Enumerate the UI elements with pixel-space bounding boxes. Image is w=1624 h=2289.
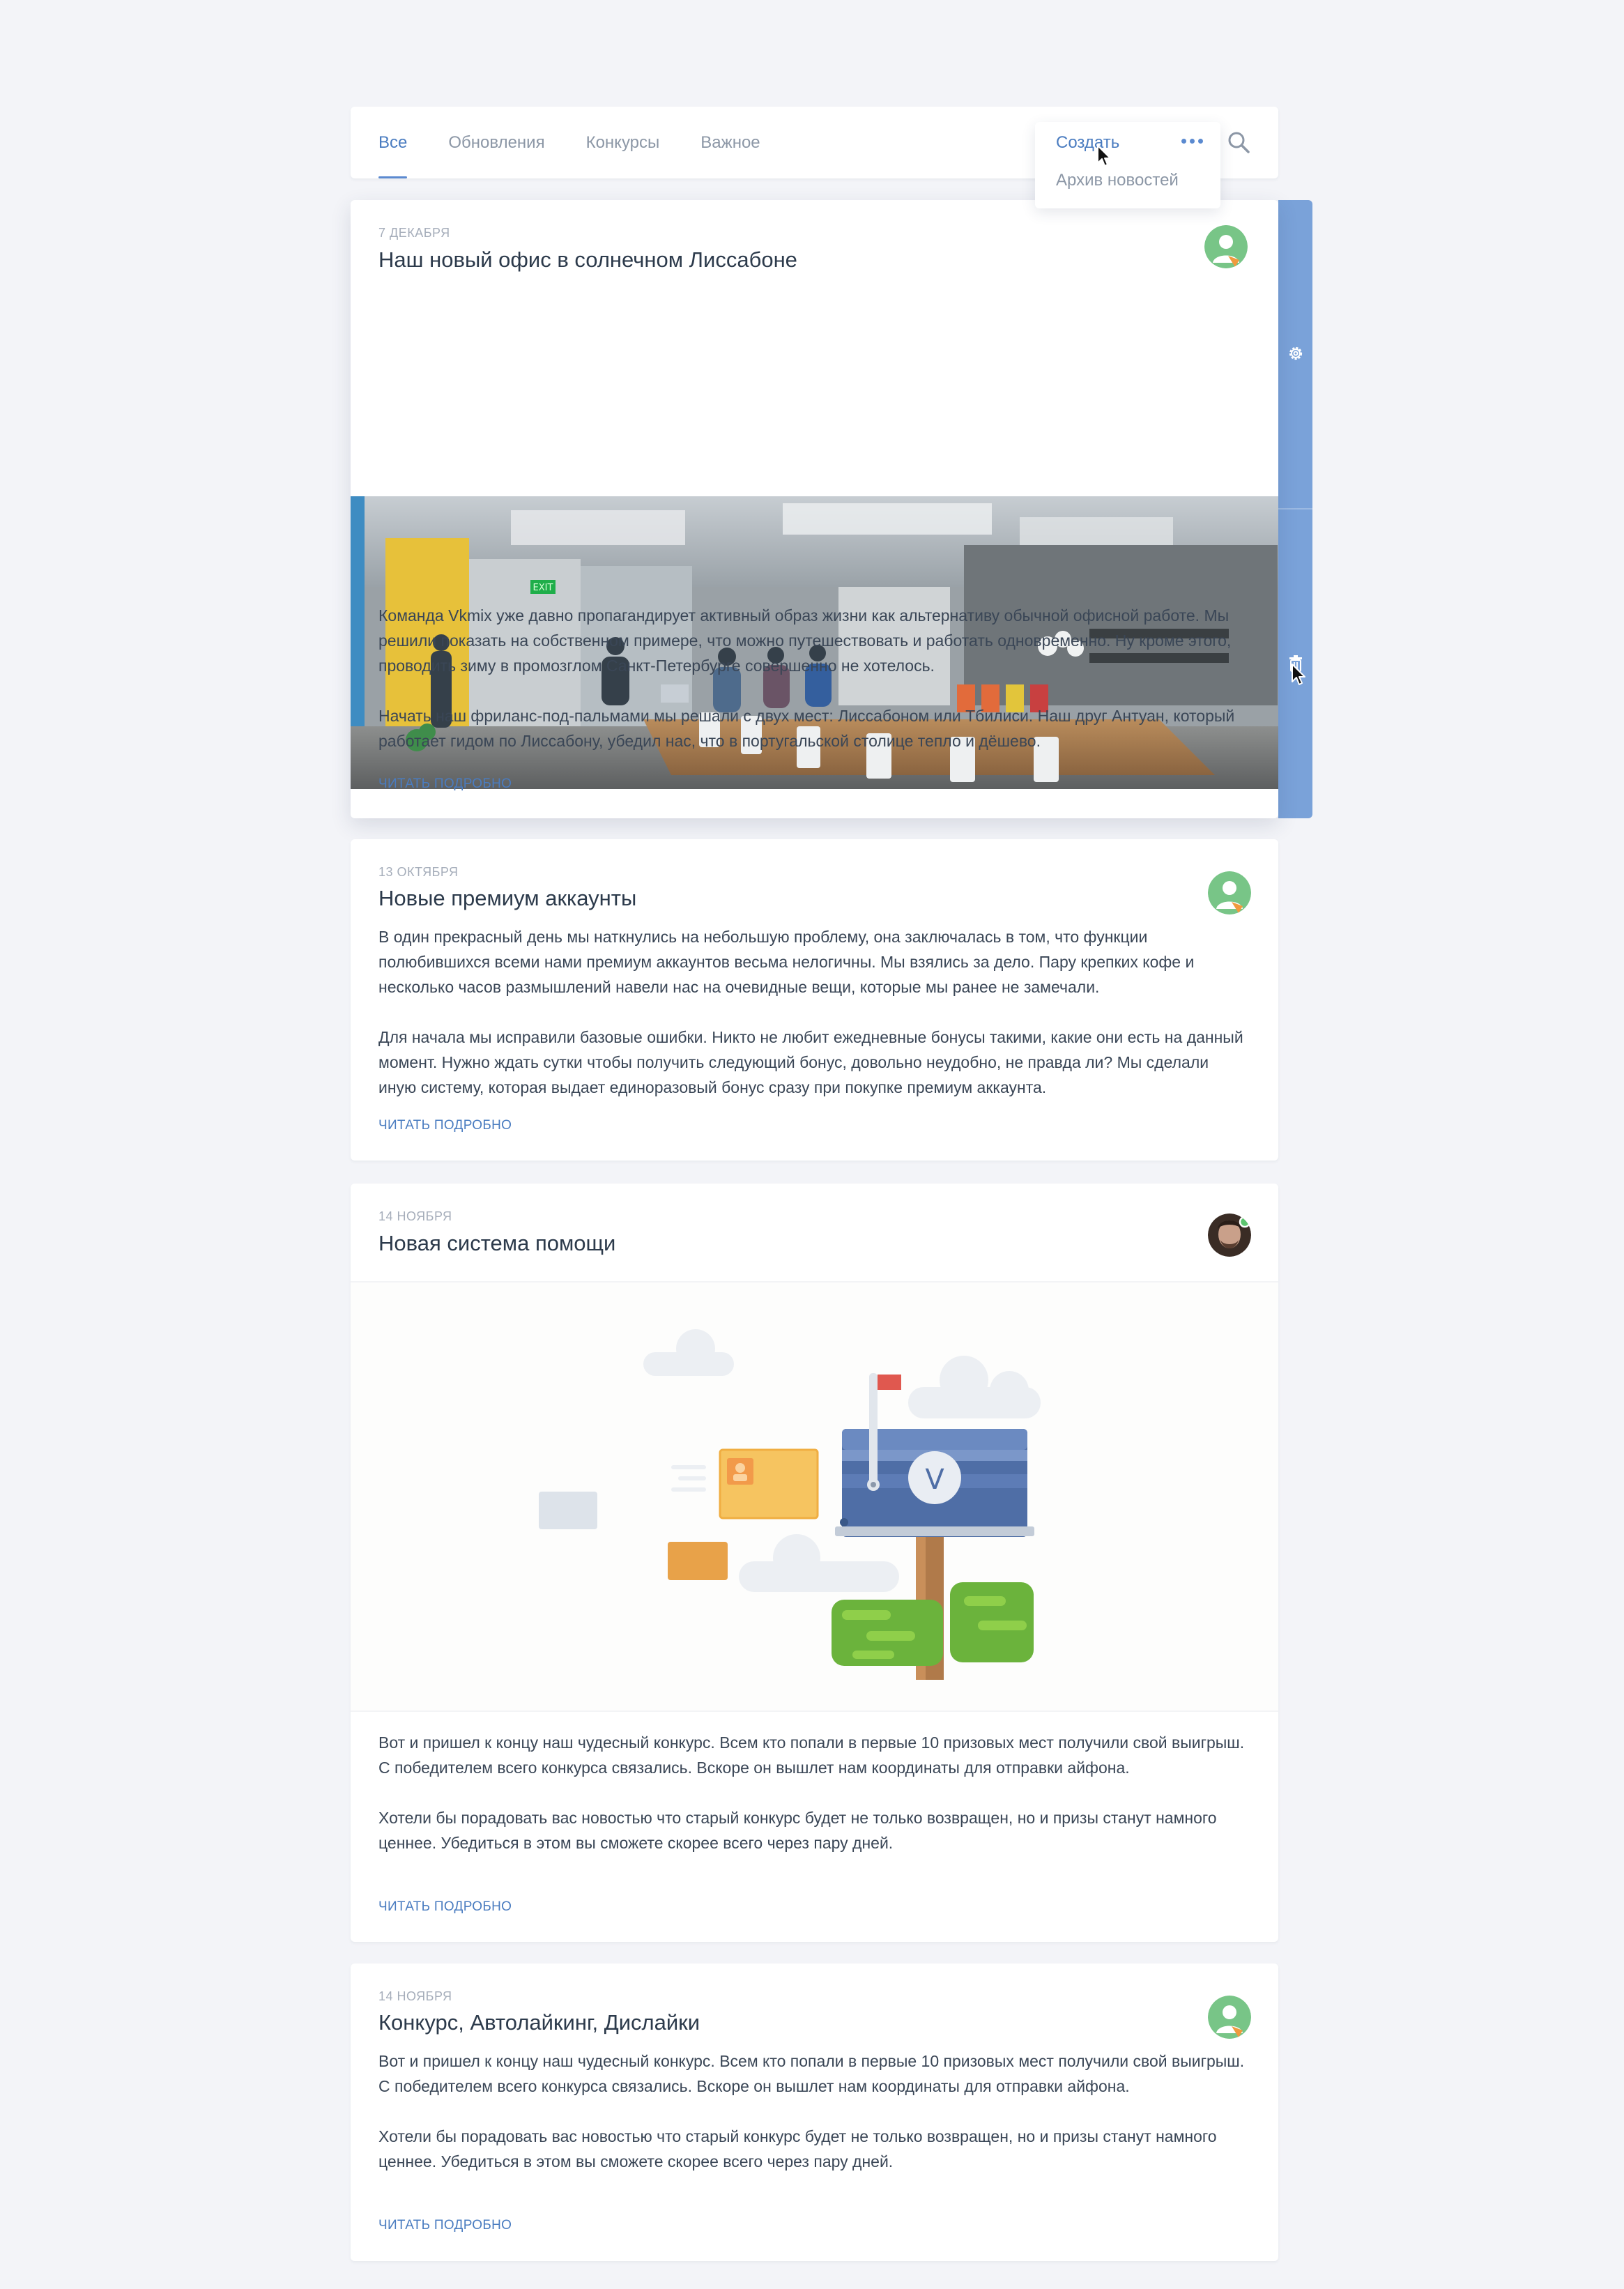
post-body: Команда Vkmix уже давно пропагандирует а… [378,603,1250,753]
read-more-link[interactable]: Читать подробно [378,2218,512,2233]
news-archive-menu-item[interactable]: Архив новостей [1056,171,1179,190]
author-avatar[interactable] [1208,1214,1251,1257]
tab-contests[interactable]: Конкурсы [586,107,660,178]
post-paragraph: Начать наш фриланс-под-пальмами мы решал… [378,707,1235,750]
author-avatar[interactable] [1208,1996,1251,2039]
post-body: Вот и пришел к концу наш чудесный конкур… [378,1730,1250,1855]
tab-all[interactable]: Все [378,107,408,178]
mouse-cursor-icon [1097,145,1111,167]
post-paragraph: Хотели бы порадовать вас новостью что ст… [378,1809,1217,1852]
news-post-card: 14 ноября Новая система помощи [351,1184,1278,1942]
post-paragraph: Хотели бы порадовать вас новостью что ст… [378,2127,1217,2171]
tab-updates[interactable]: Обновления [448,107,544,178]
mailbox-logo-letter: V [925,1464,944,1496]
post-title[interactable]: Новая система помощи [378,1231,615,1256]
author-avatar[interactable] [1204,225,1248,268]
post-paragraph: Для начала мы исправили базовые ошибки. … [378,1028,1243,1096]
news-post-card: 7 декабря Наш новый офис в солнечном Лис… [351,200,1278,818]
post-body: В один прекрасный день мы наткнулись на … [378,924,1250,1100]
author-avatar[interactable] [1208,871,1251,914]
post-paragraph: Вот и пришел к концу наш чудесный конкур… [378,2052,1245,2095]
read-more-link[interactable]: Читать подробно [378,1118,512,1133]
post-title[interactable]: Наш новый офис в солнечном Лиссабоне [378,247,797,273]
gear-icon[interactable] [1287,344,1305,362]
post-paragraph: Вот и пришел к концу наш чудесный конкур… [378,1733,1245,1777]
mouse-cursor-icon [1292,664,1305,685]
post-paragraph: В один прекрасный день мы наткнулись на … [378,928,1195,996]
search-icon[interactable] [1227,130,1250,154]
read-more-link[interactable]: Читать подробно [378,1899,512,1915]
post-title[interactable]: Конкурс, Автолайкинг, Дислайки [378,2010,700,2035]
post-body: Вот и пришел к концу наш чудесный конкур… [378,2049,1250,2174]
tab-important[interactable]: Важное [700,107,760,178]
post-actions-bar [1278,200,1312,818]
post-date: 13 октября [378,865,459,879]
post-paragraph: Команда Vkmix уже давно пропагандирует а… [378,606,1232,675]
mailbox-illustration: V [539,1329,1041,1680]
post-illustration-area: V [351,1281,1278,1712]
actions-divider [1278,508,1312,510]
post-date: 14 ноября [378,1989,452,2003]
more-options-icon[interactable] [1178,134,1206,148]
tab-list: Все Обновления Конкурсы Важное [378,107,802,178]
post-date: 14 ноября [378,1209,452,1223]
post-date: 7 декабря [378,226,450,240]
read-more-link[interactable]: Читать подробно [378,776,512,792]
news-post-card: 13 октября Новые премиум аккаунты В один… [351,839,1278,1161]
news-post-card: 14 ноября Конкурс, Автолайкинг, Дислайки… [351,1963,1278,2261]
post-title[interactable]: Новые премиум аккаунты [378,886,636,911]
exit-sign-text: EXIT [533,583,553,593]
